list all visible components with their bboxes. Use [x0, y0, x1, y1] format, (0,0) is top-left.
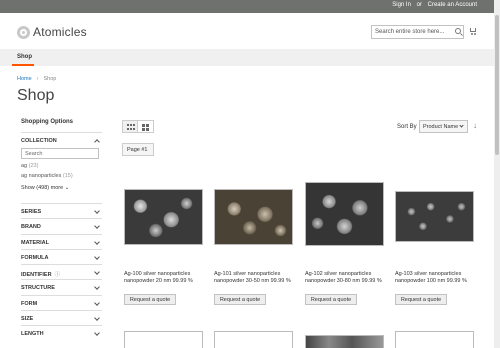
chevron-down-icon [94, 238, 100, 245]
product-image[interactable] [214, 331, 293, 348]
sort-select[interactable]: Product Name [419, 120, 468, 133]
collection-search-input[interactable]: Search [21, 148, 99, 159]
scrollbar-thumb[interactable] [495, 15, 499, 155]
account-links: Sign In or Create an Account [388, 2, 477, 8]
breadcrumb-current: Shop [43, 76, 57, 82]
chevron-down-icon [94, 299, 100, 306]
product-image[interactable] [305, 335, 384, 348]
filter-material[interactable]: MATERIAL [21, 233, 102, 249]
chevron-down-icon [94, 315, 100, 321]
request-quote-button[interactable]: Request a quote [124, 294, 176, 305]
filter-brand[interactable]: BRAND [21, 218, 102, 233]
filter-structure[interactable]: STRUCTURE [21, 279, 102, 294]
filter-collection: COLLECTION Search ag (23) ag nanoparticl… [21, 132, 102, 203]
chevron-down-icon: ⌄ [64, 185, 70, 191]
nav-bar: Shop [0, 49, 494, 66]
chevron-down-icon [94, 254, 100, 260]
filter-size[interactable]: SIZE [21, 310, 102, 325]
top-bar: Sign In or Create an Account [0, 0, 494, 13]
filter-formula[interactable]: FORMULA [21, 248, 102, 264]
product-image[interactable] [124, 189, 203, 245]
product-image[interactable] [124, 331, 203, 348]
page-label[interactable]: Page #1 [122, 143, 154, 156]
filter-collection-title[interactable]: COLLECTION [21, 138, 102, 144]
breadcrumb: Home › Shop [17, 76, 56, 82]
product-name[interactable]: Ag-103 silver nanoparticles nanopowder 1… [395, 271, 479, 285]
product-name[interactable]: Ag-100 silver nanoparticles nanopowder 2… [124, 271, 208, 285]
product-image[interactable] [395, 191, 474, 242]
breadcrumb-home[interactable]: Home [17, 76, 32, 82]
product-name[interactable]: Ag-102 silver nanoparticles nanopowder 3… [305, 271, 389, 285]
grid-view-icon[interactable] [122, 120, 138, 133]
chevron-down-icon [94, 223, 100, 230]
sidebar: Shopping Options COLLECTION Search ag (2… [21, 119, 102, 341]
info-icon[interactable]: ⓘ [55, 272, 61, 278]
nav-active-indicator [12, 64, 34, 66]
logo-text: Atomicles [33, 25, 87, 39]
sort-direction-icon[interactable]: ↓ [473, 121, 477, 130]
chevron-down-icon [459, 123, 464, 128]
product-image[interactable] [305, 182, 384, 246]
product-image[interactable] [395, 331, 474, 348]
filter-series[interactable]: SERIES [21, 203, 102, 218]
sign-in-link[interactable]: Sign In [392, 2, 411, 8]
request-quote-button[interactable]: Request a quote [395, 294, 447, 305]
sort-by-label: Sort By [397, 124, 417, 130]
chevron-down-icon [94, 330, 100, 337]
show-more-link[interactable]: Show (498) more ⌄ [21, 185, 102, 191]
logo[interactable]: Atomicles [17, 25, 87, 39]
shopping-options-title: Shopping Options [21, 119, 73, 125]
search-icon[interactable] [455, 28, 461, 34]
request-quote-button[interactable]: Request a quote [305, 294, 357, 305]
filter-identifier[interactable]: IDENTIFIER ⓘ [21, 264, 102, 279]
filter-length[interactable]: LENGTH [21, 325, 102, 340]
nav-item-shop[interactable]: Shop [17, 54, 32, 60]
list-view-icon[interactable] [138, 120, 154, 133]
product-image[interactable] [214, 189, 293, 245]
chevron-down-icon [94, 284, 100, 291]
logo-icon [17, 25, 30, 39]
cart-icon[interactable] [469, 27, 477, 35]
create-account-link[interactable]: Create an Account [428, 2, 477, 8]
collection-option[interactable]: ag (23) [21, 163, 102, 169]
chevron-down-icon [94, 208, 100, 214]
breadcrumb-separator-icon: › [36, 76, 39, 82]
request-quote-button[interactable]: Request a quote [214, 294, 266, 305]
view-mode-switcher [122, 120, 154, 133]
filter-form[interactable]: FORM [21, 294, 102, 310]
chevron-down-icon [94, 269, 100, 276]
page-title: Shop [17, 87, 55, 104]
product-name[interactable]: Ag-101 silver nanoparticles nanopowder 3… [214, 271, 298, 285]
search-input[interactable]: Search entire store here... [371, 25, 464, 39]
collection-option[interactable]: ag nanoparticles (15) [21, 173, 102, 179]
sort-select-value: Product Name [423, 124, 459, 130]
or-text: or [416, 2, 422, 8]
